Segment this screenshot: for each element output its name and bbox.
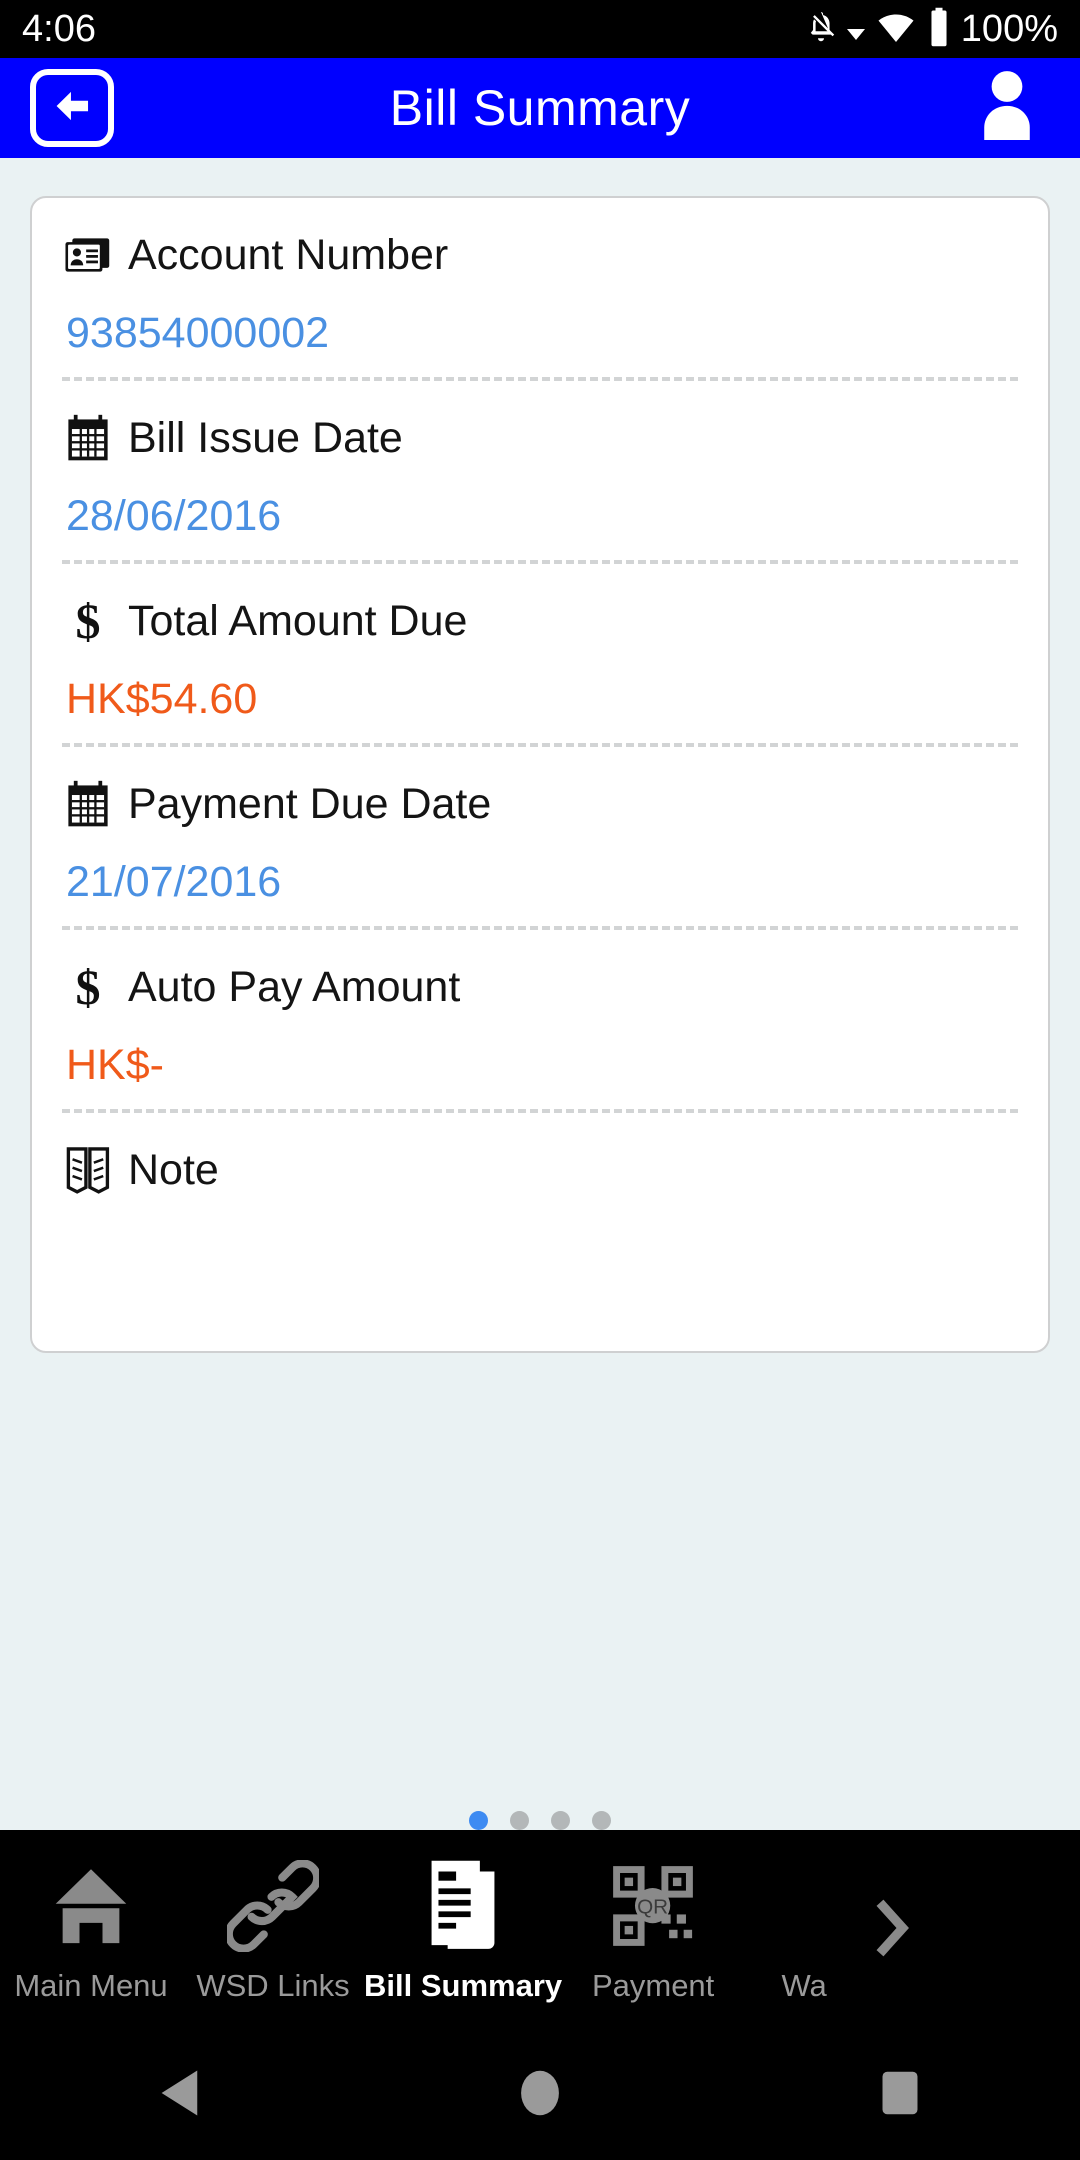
row-label: Bill Issue Date	[128, 413, 403, 462]
calendar-icon	[64, 778, 112, 830]
tab-label: WSD Links	[196, 1968, 350, 2003]
profile-button[interactable]	[972, 71, 1042, 145]
tab-water-partial[interactable]: Wa	[744, 1830, 864, 2030]
row-header: $ Total Amount Due	[64, 590, 1016, 652]
pager-dot[interactable]	[469, 1811, 488, 1830]
tab-label: Payment	[591, 1968, 715, 2003]
row-value: 21/07/2016	[66, 858, 282, 906]
back-arrow-icon	[46, 81, 98, 136]
card-row-account-number: Account Number 93854000002	[64, 198, 1016, 377]
row-header: Payment Due Date	[64, 773, 1016, 835]
link-icon	[227, 1856, 319, 1956]
dollar-icon: $	[64, 961, 112, 1013]
chevron-right-icon	[871, 1898, 917, 1963]
row-value: 93854000002	[66, 309, 330, 357]
caret-down-icon	[846, 28, 865, 40]
notifications-off-icon	[803, 7, 839, 52]
book-icon	[64, 1144, 112, 1196]
person-icon	[972, 66, 1042, 145]
id-card-icon	[64, 229, 112, 281]
square-recents-icon	[878, 2067, 922, 2124]
page-title: Bill Summary	[389, 80, 691, 136]
tab-label: Main Menu	[14, 1968, 168, 2003]
card-row-total-amount-due: $ Total Amount Due HK$54.60	[64, 564, 1016, 743]
row-label: Note	[128, 1145, 219, 1194]
card-row-auto-pay-amount: $ Auto Pay Amount HK$-	[64, 930, 1016, 1109]
system-home-button[interactable]	[480, 2030, 600, 2160]
card-row-payment-due-date: Payment Due Date 21/07/2016	[64, 747, 1016, 926]
home-icon	[45, 1856, 137, 1956]
card-row-note: Note	[64, 1113, 1016, 1351]
wifi-icon	[875, 7, 917, 52]
card-row-bill-issue-date: Bill Issue Date 28/06/2016	[64, 381, 1016, 560]
row-value: 28/06/2016	[66, 492, 282, 540]
row-header: Account Number	[64, 224, 1016, 286]
calendar-icon	[64, 412, 112, 464]
bottom-tab-bar: Main Menu WSD Links Bill Summary QR Paym…	[0, 1830, 1080, 2030]
row-header: Bill Issue Date	[64, 407, 1016, 469]
battery-icon	[927, 6, 951, 53]
dollar-glyph: $	[75, 959, 101, 1015]
content-area: Account Number 93854000002 Bill Issue Da…	[0, 158, 1080, 1353]
row-header: $ Auto Pay Amount	[64, 956, 1016, 1018]
dollar-glyph: $	[75, 593, 101, 649]
pager-dot[interactable]	[551, 1811, 570, 1830]
system-recents-button[interactable]	[840, 2030, 960, 2160]
triangle-back-icon	[157, 2067, 203, 2124]
tab-bill-summary[interactable]: Bill Summary	[364, 1830, 562, 2030]
system-back-button[interactable]	[120, 2030, 240, 2160]
row-label: Account Number	[128, 230, 449, 279]
status-icons: 100%	[803, 6, 1058, 53]
pager-dots	[0, 1811, 1080, 1830]
circle-home-icon	[518, 2067, 562, 2124]
bill-summary-card: Account Number 93854000002 Bill Issue Da…	[30, 196, 1050, 1353]
document-icon	[417, 1856, 509, 1956]
app-bar: Bill Summary	[0, 58, 1080, 158]
tab-label: Bill Summary	[364, 1968, 563, 2003]
tab-wsd-links[interactable]: WSD Links	[182, 1830, 364, 2030]
row-label: Total Amount Due	[128, 596, 468, 645]
svg-text:QR: QR	[637, 1895, 668, 1918]
row-value: HK$-	[66, 1041, 164, 1089]
pager-dot[interactable]	[592, 1811, 611, 1830]
row-label: Payment Due Date	[128, 779, 492, 828]
dollar-icon: $	[64, 595, 112, 647]
battery-percent: 100%	[960, 8, 1058, 50]
tab-next-button[interactable]	[864, 1898, 924, 1963]
tab-payment[interactable]: QR Payment	[562, 1830, 744, 2030]
status-time: 4:06	[22, 8, 96, 50]
tab-label: Wa	[781, 1968, 827, 2003]
pager-dot[interactable]	[510, 1811, 529, 1830]
phone-screen: 4:06 100% Bill Summary Account Number 93…	[0, 0, 1080, 2160]
back-button[interactable]	[30, 69, 114, 147]
tab-main-menu[interactable]: Main Menu	[0, 1830, 182, 2030]
row-label: Auto Pay Amount	[128, 962, 461, 1011]
qr-code-icon: QR	[607, 1856, 699, 1956]
system-navigation-bar	[0, 2030, 1080, 2160]
row-header: Note	[64, 1139, 1016, 1201]
status-bar: 4:06 100%	[0, 0, 1080, 58]
row-value: HK$54.60	[66, 675, 258, 723]
